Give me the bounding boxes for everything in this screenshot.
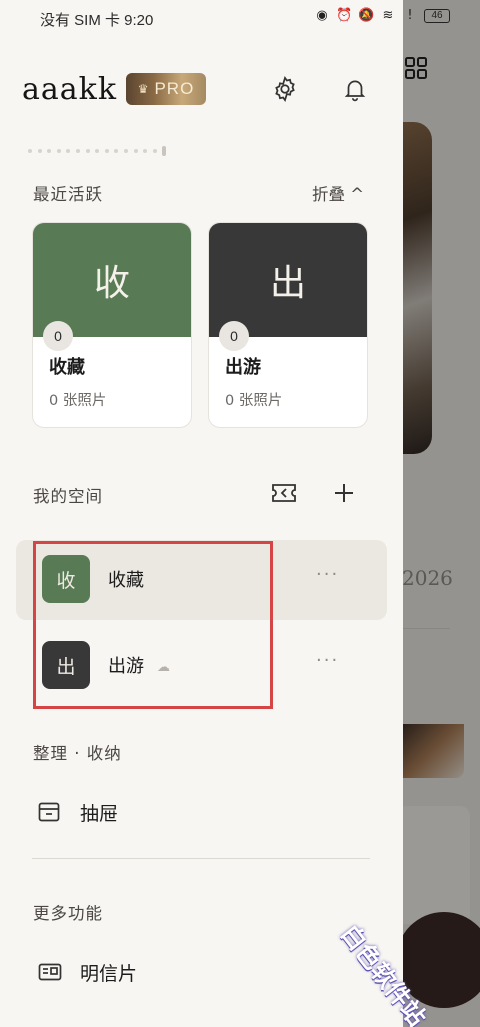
settings-button[interactable] bbox=[270, 74, 300, 104]
recent-card[interactable]: 收 0 收藏 0 张照片 bbox=[32, 222, 192, 428]
cover-char: 出 bbox=[269, 263, 306, 304]
section-divider bbox=[32, 858, 370, 859]
ticket-button[interactable] bbox=[271, 480, 297, 506]
card-cover: 出 0 bbox=[209, 223, 367, 351]
photo-count-badge: 0 bbox=[219, 321, 249, 351]
pro-badge[interactable]: ♛ PRO bbox=[126, 73, 206, 105]
card-title: 出游 bbox=[225, 357, 261, 378]
photo-count-badge: 0 bbox=[43, 321, 73, 351]
alarm-icon: ⏰ bbox=[336, 8, 353, 23]
drawer-label: 抽屉 bbox=[80, 802, 119, 825]
recent-section-title: 最近活跃 bbox=[33, 185, 103, 204]
wifi-icon: ≋ bbox=[382, 8, 394, 23]
highlight-box bbox=[33, 541, 273, 709]
ticket-icon bbox=[272, 484, 296, 502]
eye-icon: ◉ bbox=[316, 8, 328, 23]
pro-label: PRO bbox=[154, 79, 195, 98]
bell-icon bbox=[344, 80, 366, 102]
collapse-button[interactable]: 折叠 ^ bbox=[312, 181, 364, 205]
postcard-menu-item[interactable]: 明信片 bbox=[38, 957, 137, 987]
notifications-button[interactable] bbox=[340, 74, 370, 104]
page-indicator bbox=[28, 146, 167, 156]
drawer-icon bbox=[38, 802, 60, 822]
status-time: 没有 SIM 卡 9:20 bbox=[40, 12, 154, 29]
card-title: 收藏 bbox=[49, 357, 85, 378]
my-space-title: 我的空间 bbox=[33, 487, 103, 506]
more-features-title: 更多功能 bbox=[33, 904, 103, 923]
card-cover: 收 0 bbox=[33, 223, 191, 351]
side-drawer: 没有 SIM 卡 9:20 ◉ ⏰ 🔕 ≋ ! 46 aaakk ♛ PRO 最… bbox=[0, 0, 450, 1027]
postcard-icon bbox=[38, 963, 62, 981]
more-options-button[interactable]: ··· bbox=[316, 564, 339, 585]
status-icons: ◉ ⏰ 🔕 ≋ ! 46 bbox=[314, 8, 450, 24]
status-bar: 没有 SIM 卡 9:20 ◉ ⏰ 🔕 ≋ ! 46 bbox=[0, 0, 450, 36]
postcard-label: 明信片 bbox=[80, 962, 138, 985]
plus-icon bbox=[335, 484, 353, 502]
gear-icon bbox=[275, 75, 295, 103]
alert-icon: ! bbox=[407, 8, 413, 23]
mute-icon: 🔕 bbox=[358, 8, 375, 23]
user-name: aaakk bbox=[22, 72, 118, 107]
more-options-button[interactable]: ··· bbox=[316, 650, 339, 671]
crown-icon: ♛ bbox=[137, 82, 149, 96]
drawer-menu-item[interactable]: 抽屉 bbox=[38, 797, 118, 827]
card-subtitle: 0 张照片 bbox=[225, 393, 283, 409]
battery-icon: 46 bbox=[424, 9, 450, 23]
recent-card[interactable]: 出 0 出游 0 张照片 bbox=[208, 222, 368, 428]
card-subtitle: 0 张照片 bbox=[49, 393, 107, 409]
add-space-button[interactable] bbox=[331, 480, 357, 506]
cover-char: 收 bbox=[93, 263, 130, 304]
organize-title: 整理 · 收纳 bbox=[33, 744, 122, 763]
